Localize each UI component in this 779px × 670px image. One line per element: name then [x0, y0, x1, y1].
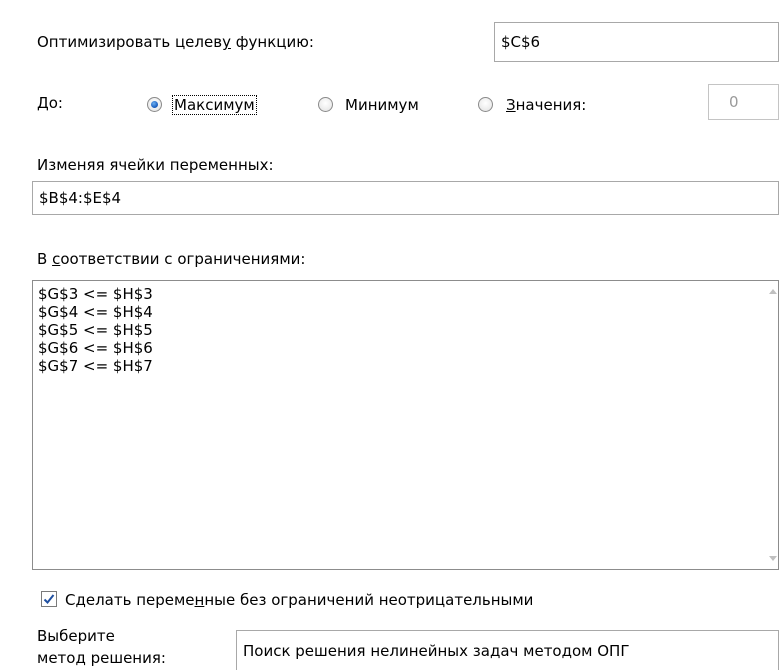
radio-min[interactable] — [318, 97, 333, 112]
to-label: До: — [37, 94, 63, 112]
variables-value: $B$4:$E$4 — [39, 189, 122, 207]
objective-cell-field[interactable]: $C$6 — [494, 22, 779, 62]
constraint-item[interactable]: $G$5 <= $H$5 — [38, 321, 153, 339]
variables-field[interactable]: $B$4:$E$4 — [32, 181, 779, 215]
checkmark-icon — [43, 594, 55, 604]
method-value: Поиск решения нелинейных задач методом О… — [243, 642, 630, 660]
constraint-item[interactable]: $G$7 <= $H$7 — [38, 357, 153, 375]
radio-selected-dot — [151, 101, 158, 108]
constraint-item[interactable]: $G$3 <= $H$3 — [38, 285, 153, 303]
nonnegative-label[interactable]: Сделать переменные без ограничений неотр… — [65, 591, 533, 609]
method-label-line2: метод решения: — [37, 649, 166, 667]
constraints-label: В соответствии с ограничениями: — [37, 250, 306, 268]
constraints-list[interactable]: $G$3 <= $H$3 $G$4 <= $H$4 $G$5 <= $H$5 $… — [32, 280, 779, 570]
constraints-scrollbar[interactable] — [768, 281, 778, 569]
variables-label: Изменяя ячейки переменных: — [37, 156, 274, 174]
radio-max-label[interactable]: Максимум — [172, 95, 257, 115]
constraint-item[interactable]: $G$6 <= $H$6 — [38, 339, 153, 357]
objective-cell-value: $C$6 — [501, 33, 541, 51]
radio-value-of[interactable] — [478, 97, 493, 112]
method-label-line1: Выберите — [37, 627, 115, 645]
nonnegative-checkbox[interactable] — [41, 591, 57, 607]
radio-max[interactable] — [147, 97, 162, 112]
method-select[interactable]: Поиск решения нелинейных задач методом О… — [236, 630, 779, 670]
constraint-item[interactable]: $G$4 <= $H$4 — [38, 303, 153, 321]
scroll-down-arrow-icon[interactable] — [769, 556, 777, 561]
value-of-value: 0 — [729, 93, 739, 111]
value-of-field[interactable]: 0 — [708, 84, 779, 120]
objective-label: Оптимизировать целеву функцию: — [37, 33, 314, 51]
scroll-up-arrow-icon[interactable] — [769, 289, 777, 294]
radio-min-label[interactable]: Минимум — [345, 96, 419, 114]
radio-value-of-label[interactable]: Значения: — [506, 96, 586, 114]
